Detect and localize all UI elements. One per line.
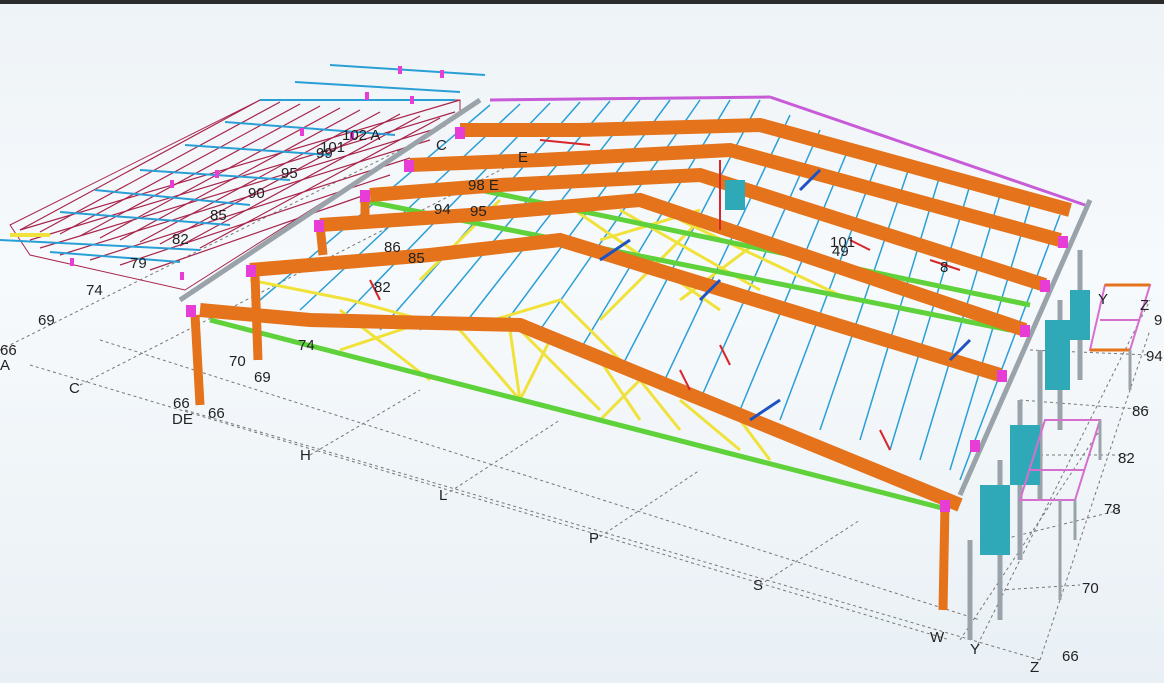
grid-label-70: 70 (229, 353, 246, 370)
inner-label-86: 86 (384, 239, 401, 256)
grid-letter-S: S (753, 577, 763, 594)
grid-letter-DE: DE (172, 411, 193, 428)
grid-label-66b: 66 (173, 395, 190, 412)
structural-model-canvas[interactable]: 74 69 66 70 69 66 66 9 94 86 82 78 70 66… (0, 0, 1164, 683)
plan-label-102A: 102 A (342, 127, 380, 144)
plan-label-95: 95 (281, 165, 298, 182)
grid-letter-Y: Y (970, 641, 980, 658)
inner-label-98E: 98 E (468, 177, 499, 194)
grid-label-70: 70 (1082, 580, 1099, 597)
grid-label-74: 74 (86, 282, 103, 299)
plan-label-90: 90 (248, 185, 265, 202)
inner-label-49: 49 (832, 243, 849, 260)
grid-letter-H: H (300, 447, 311, 464)
inner-label-95: 95 (470, 203, 487, 220)
grid-letter-C: C (69, 380, 80, 397)
grid-letter-L: L (439, 487, 447, 504)
grid-label-66d: 66 (1062, 648, 1079, 665)
grid-letter-Y-top: Y (1098, 291, 1108, 308)
grid-letter-Z-top: Z (1140, 297, 1149, 314)
inner-label-85: 85 (408, 250, 425, 267)
inner-label-74: 74 (298, 337, 315, 354)
grid-letter-A: A (0, 357, 10, 374)
inner-label-8: 8 (940, 259, 948, 276)
grid-letter-P: P (589, 530, 599, 547)
plan-label-79: 79 (130, 255, 147, 272)
grid-label-94: 94 (1146, 348, 1163, 365)
3d-model-viewport[interactable]: 74 69 66 70 69 66 66 9 94 86 82 78 70 66… (0, 0, 1164, 683)
grid-letter-W: W (930, 629, 945, 646)
inner-label-94: 94 (434, 201, 451, 218)
grid-label-66c: 66 (208, 405, 225, 422)
grid-letter-Z: Z (1030, 659, 1039, 676)
plan-label-85: 85 (210, 207, 227, 224)
inner-label-E: E (518, 149, 528, 166)
inner-label-C: C (436, 137, 447, 154)
grid-label-69b: 69 (254, 369, 271, 386)
inner-label-82: 82 (374, 279, 391, 296)
grid-label-82: 82 (1118, 450, 1135, 467)
plan-label-82: 82 (172, 231, 189, 248)
grid-label-9: 9 (1154, 312, 1162, 329)
grid-label-78: 78 (1104, 501, 1121, 518)
grid-label-86: 86 (1132, 403, 1149, 420)
grid-label-69: 69 (38, 312, 55, 329)
plan-label-99: 99 (316, 145, 333, 162)
